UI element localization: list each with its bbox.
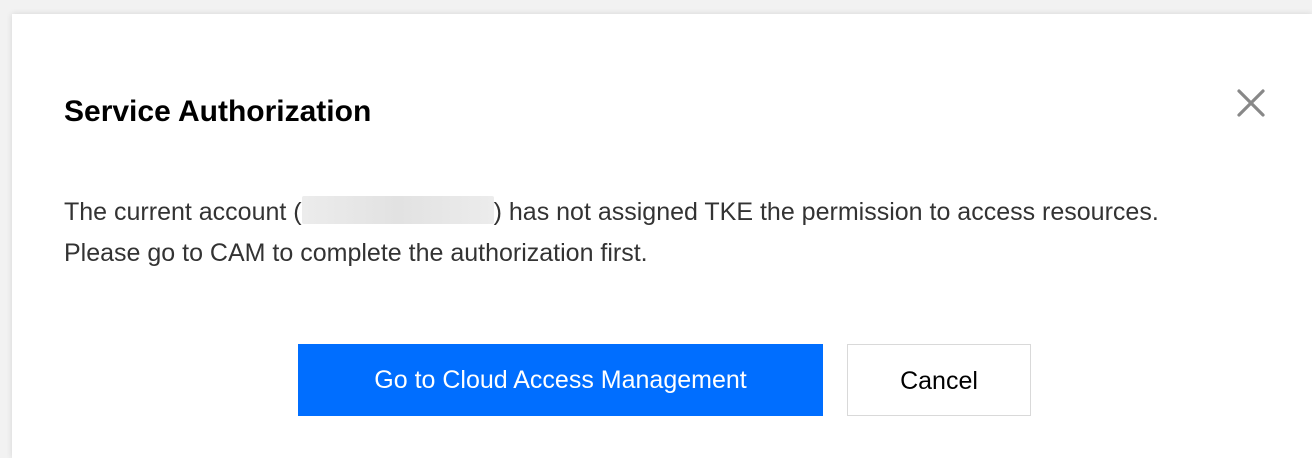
service-authorization-dialog: Service Authorization The current accoun…	[12, 14, 1312, 458]
message-suffix: ) has not assigned TKE the permission to…	[493, 198, 1159, 226]
dialog-title: Service Authorization	[64, 95, 372, 128]
message-prefix: The current account (	[64, 198, 302, 226]
authorization-message: The current account ( ) has not assigned …	[64, 192, 1284, 274]
close-icon[interactable]	[1234, 86, 1268, 120]
redacted-account-id	[301, 196, 494, 225]
message-line-2: Please go to CAM to complete the authori…	[64, 239, 648, 267]
cancel-button[interactable]: Cancel	[847, 344, 1031, 416]
message-line-1: The current account ( ) has not assigned …	[64, 192, 1284, 233]
go-to-cam-button[interactable]: Go to Cloud Access Management	[298, 344, 823, 416]
